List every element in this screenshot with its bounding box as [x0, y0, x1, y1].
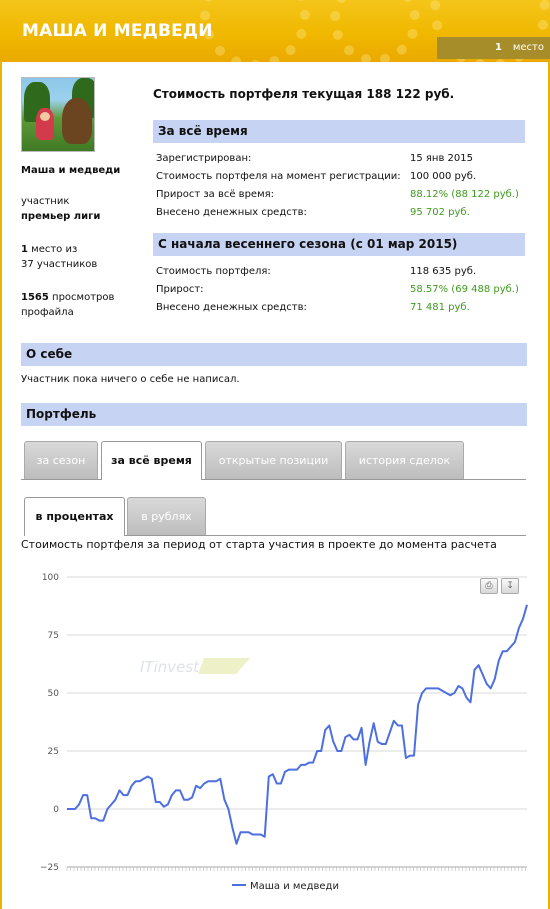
- season-row-label: Стоимость портфеля:: [156, 266, 271, 277]
- about-header: О себе: [21, 343, 527, 366]
- place-number: 1: [21, 244, 28, 255]
- y-tick-label: 75: [48, 631, 59, 641]
- tab-underline: [21, 479, 101, 480]
- chart-caption: Стоимость портфеля за период от старта у…: [21, 538, 497, 551]
- season-header: С начала весеннего сезона (с 01 мар 2015…: [153, 233, 525, 256]
- user-role: участник: [21, 196, 70, 207]
- place-text: место из: [31, 244, 78, 255]
- watermark-shape: [198, 658, 250, 674]
- page-header: МАША И МЕДВЕДИ 1 место: [0, 0, 550, 62]
- views-text: просмотров: [52, 292, 115, 303]
- season-row-value: 118 635 руб.: [410, 266, 477, 277]
- all-time-row-label: Внесено денежных средств:: [156, 207, 307, 218]
- y-tick-label: 100: [42, 573, 59, 583]
- avatar[interactable]: [21, 77, 95, 152]
- user-name: Маша и медведи: [21, 165, 121, 176]
- season-row-value: 71 481 руб.: [410, 302, 470, 313]
- all-time-row-value: 95 702 руб.: [410, 207, 470, 218]
- gear-decoration: [330, 0, 420, 62]
- portfolio-value: Стоимость портфеля текущая 188 122 руб.: [153, 87, 455, 101]
- season-row-value: 58.57% (69 488 руб.): [410, 284, 519, 295]
- portfolio-chart: 100 75 50 25 0 −25 ITinvest Маша и медведи: [22, 558, 534, 903]
- all-time-row-label: Зарегистрирован:: [156, 153, 252, 164]
- user-place: 1 место из 37 участников: [21, 242, 97, 272]
- tab-open-positions[interactable]: открытые позиции: [205, 441, 342, 479]
- participants-count: 37 участников: [21, 259, 98, 270]
- about-text: Участник пока ничего о себе не написал.: [21, 374, 240, 385]
- subtab-underline: [125, 535, 526, 536]
- rank-badge: 1 место: [437, 37, 550, 59]
- all-time-row-value: 88.12% (88 122 руб.): [410, 189, 519, 200]
- rank-label: место: [512, 42, 544, 53]
- season-row-label: Внесено денежных средств:: [156, 302, 307, 313]
- all-time-row-value: 15 янв 2015: [410, 153, 473, 164]
- portfolio-header: Портфель: [21, 403, 527, 426]
- watermark-logo: ITinvest: [140, 658, 200, 676]
- subtab-percent[interactable]: в процентах: [24, 497, 125, 536]
- views-text2: профайла: [21, 307, 74, 318]
- subtab-rubles[interactable]: в рублях: [127, 497, 206, 535]
- tab-underline: [202, 479, 526, 480]
- all-time-row-label: Стоимость портфеля на момент регистрации…: [156, 171, 401, 182]
- avatar-bear: [62, 98, 92, 144]
- all-time-row-value: 100 000 руб.: [410, 171, 477, 182]
- tab-season[interactable]: за сезон: [24, 441, 98, 479]
- rank-number: 1: [495, 42, 502, 53]
- y-tick-label: −25: [40, 863, 59, 873]
- all-time-row-label: Прирост за всё время:: [156, 189, 275, 200]
- all-time-header: За всё время: [153, 120, 525, 143]
- user-views: 1565 просмотров профайла: [21, 290, 114, 320]
- y-tick-label: 25: [48, 747, 59, 757]
- y-tick-label: 50: [48, 689, 60, 699]
- legend-label: Маша и медведи: [250, 881, 339, 892]
- series-line: [67, 604, 528, 845]
- page-title: МАША И МЕДВЕДИ: [22, 21, 213, 41]
- views-number: 1565: [21, 292, 49, 303]
- user-league: премьер лиги: [21, 211, 101, 222]
- avatar-face: [40, 112, 50, 121]
- chart-svg: 100 75 50 25 0 −25 ITinvest Маша и медведи: [40, 573, 528, 892]
- tab-trade-history[interactable]: история сделок: [345, 441, 464, 479]
- season-row-label: Прирост:: [156, 284, 204, 295]
- gear-decoration: [200, 0, 310, 62]
- tab-all-time[interactable]: за всё время: [101, 441, 202, 480]
- y-tick-label: 0: [53, 805, 59, 815]
